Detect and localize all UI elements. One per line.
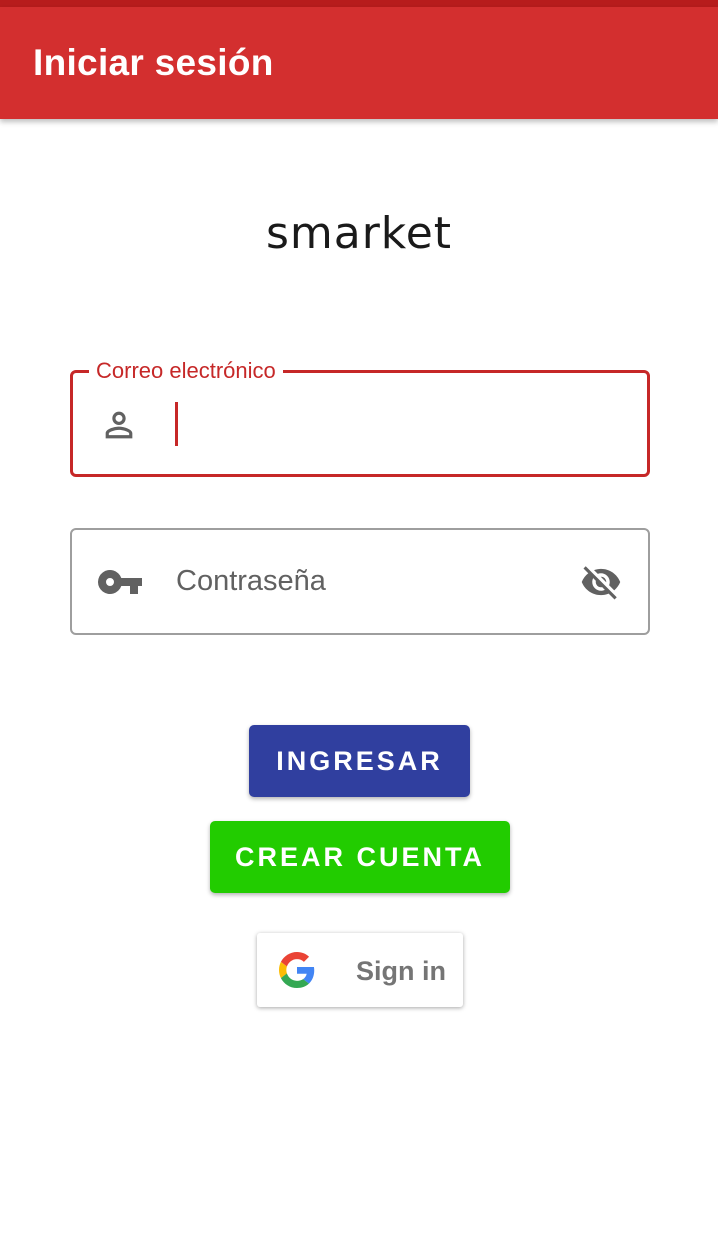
eye-off-icon[interactable] (578, 561, 624, 608)
email-field[interactable]: Correo electrónico (70, 359, 650, 477)
password-field[interactable] (70, 528, 650, 635)
login-button[interactable]: INGRESAR (249, 725, 470, 797)
google-sign-in-label: Sign in (356, 956, 446, 986)
app-bar: Iniciar sesión (0, 7, 718, 119)
app-logo: smarket (265, 208, 453, 259)
google-logo-icon (279, 952, 315, 993)
email-input[interactable] (177, 373, 557, 476)
key-icon (96, 566, 144, 603)
person-icon (99, 405, 139, 450)
google-sign-in-button[interactable]: Sign in (257, 933, 463, 1007)
create-account-button[interactable]: CREAR CUENTA (210, 821, 510, 893)
password-input[interactable] (176, 530, 556, 633)
status-bar (0, 0, 718, 7)
page-title: Iniciar sesión (33, 42, 274, 83)
